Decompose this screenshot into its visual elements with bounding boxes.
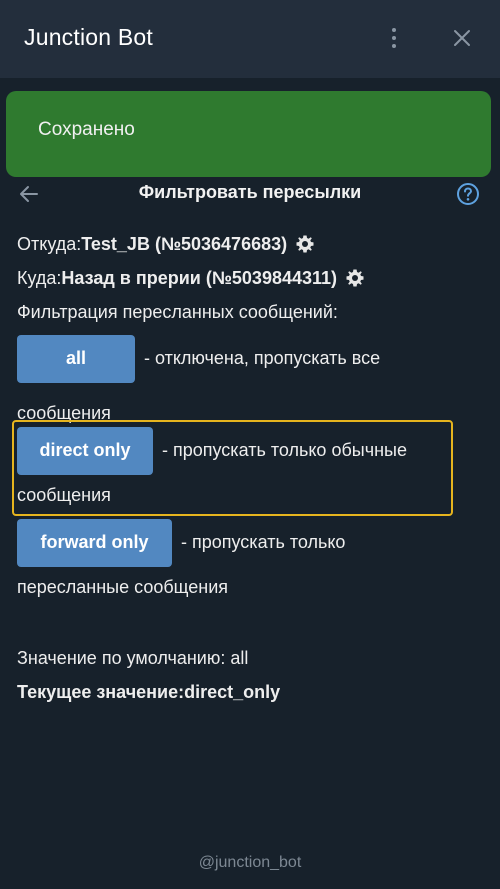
title-bar: Junction Bot (0, 0, 500, 78)
page-title: Фильтровать пересылки (138, 182, 362, 202)
destination-label: Куда: (17, 268, 62, 288)
forward-only-button[interactable]: forward only (17, 519, 172, 567)
bot-handle: @junction_bot (198, 854, 302, 871)
more-dots-icon-dot (392, 44, 396, 48)
default-value-text: Значение по умолчанию: all (17, 648, 249, 668)
source-chat-line: Откуда: Test_JB (№5036476683) (17, 228, 315, 260)
more-dots-icon-dot (392, 36, 396, 40)
more-menu-button[interactable] (380, 22, 408, 54)
help-button[interactable] (456, 182, 480, 206)
current-value-label: Текущее значение: (17, 682, 185, 702)
option-direct-only-description: - пропускать только обычные (157, 440, 407, 460)
gear-icon[interactable] (345, 268, 365, 288)
app-title: Junction Bot (24, 24, 153, 50)
question-circle-icon (457, 183, 479, 205)
option-direct-only-description-continued: сообщения (17, 485, 111, 505)
gear-icon[interactable] (295, 234, 315, 254)
option-forward-only-description: - пропускать только (176, 532, 346, 552)
direct-only-button[interactable]: direct only (17, 427, 153, 475)
app-window: Junction Bot Сохранено Фильтровать перес… (0, 0, 500, 889)
source-value: Test_JB (№5036476683) (81, 234, 288, 254)
close-button[interactable] (448, 22, 476, 54)
option-all: all - отключена, пропускать все сообщени… (17, 335, 487, 423)
more-dots-icon (392, 28, 396, 32)
current-value: direct_only (184, 682, 281, 702)
close-icon (454, 30, 470, 46)
saved-toast: Сохранено (6, 91, 491, 177)
filter-heading: Фильтрация пересланных сообщений: (17, 302, 338, 322)
all-button[interactable]: all (17, 335, 135, 383)
source-label: Откуда: (17, 234, 82, 254)
destination-value: Назад в прерии (№5039844311) (61, 268, 338, 288)
option-forward-only-description-continued: пересланные сообщения (17, 577, 229, 597)
option-direct-only: direct only - пропускать только обычные … (17, 427, 487, 505)
toast-message: Сохранено (38, 119, 135, 140)
current-value-line: Текущее значение: direct_only (17, 676, 280, 708)
option-all-description-continued: сообщения (17, 403, 111, 423)
destination-chat-line: Куда: Назад в прерии (№5039844311) (17, 262, 365, 294)
option-forward-only: forward only - пропускать только пересла… (17, 519, 487, 597)
option-all-description: - отключена, пропускать все (139, 348, 381, 368)
